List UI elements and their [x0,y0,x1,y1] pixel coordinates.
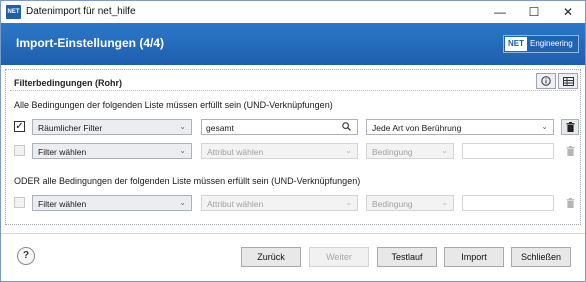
maximize-icon: ☐ [528,5,540,19]
maximize-button[interactable]: ☐ [517,1,551,23]
filter-select[interactable]: Filter wählen ⌄ [32,195,192,211]
chevron-down-icon: ⌄ [441,146,448,155]
chevron-down-icon: ⌄ [441,198,448,207]
delete-row-button[interactable] [561,195,579,211]
condition-select-value: Jede Art von Berührung [372,123,462,133]
help-button[interactable]: ? [17,247,35,265]
group-title: Filterbedingungen (Rohr) [14,78,122,88]
minimize-button[interactable]: — [483,1,517,23]
chevron-down-icon: ⌄ [541,122,548,131]
condition-select[interactable]: Bedingung ⌄ [366,195,454,211]
trash-icon [566,122,574,132]
delete-row-button[interactable] [561,119,579,135]
condition-select[interactable]: Jede Art von Berührung ⌄ [366,119,554,135]
delete-row-button[interactable] [561,143,579,159]
trash-icon [566,198,574,208]
chevron-down-icon: ⌄ [345,146,352,155]
chevron-down-icon: ⌄ [179,122,186,131]
chevron-down-icon: ⌄ [345,198,352,207]
brand-name: Engineering [530,39,573,48]
info-icon [541,76,551,86]
chevron-down-icon: ⌄ [179,198,186,207]
brand-logo: NET Engineering [503,35,579,53]
condition-select-value: Bedingung [372,199,413,209]
value-field[interactable] [462,143,554,159]
chevron-down-icon: ⌄ [179,146,186,155]
close-button[interactable]: Schließen [511,247,571,267]
filter-select-value: Räumlicher Filter [38,123,103,133]
close-window-button[interactable]: ✕ [551,1,585,23]
table-view-button[interactable] [558,73,578,89]
info-button[interactable] [536,73,556,89]
attribute-field[interactable]: gesamt [201,119,358,135]
attribute-select-value: Attribut wählen [207,147,264,157]
question-icon: ? [22,250,30,261]
import-dialog-window: NET Datenimport für net_hilfe — ☐ ✕ Impo… [0,0,586,282]
attribute-select[interactable]: Attribut wählen ⌄ [201,143,358,159]
filter-select-value: Filter wählen [38,147,87,157]
header-band: Import-Einstellungen (4/4) NET Engineeri… [1,23,585,65]
window-title: Datenimport für net_hilfe [26,6,136,17]
value-field[interactable] [462,195,554,211]
title-bar: NET Datenimport für net_hilfe — ☐ ✕ [1,1,585,23]
filter-select-value: Filter wählen [38,199,87,209]
trash-icon [566,146,574,156]
table-icon [562,76,574,86]
brand-logo-mark: NET [505,37,527,51]
row-checkbox[interactable]: ✓ [14,121,25,132]
import-button[interactable]: Import [444,247,504,267]
condition-select-value: Bedingung [372,147,413,157]
filter-select[interactable]: Räumlicher Filter ⌄ [32,119,192,135]
or-section-label: ODER alle Bedingungen der folgenden List… [14,176,361,186]
test-run-button[interactable]: Testlauf [377,247,437,267]
condition-select[interactable]: Bedingung ⌄ [366,143,454,159]
attribute-select-value: Attribut wählen [207,199,264,209]
attribute-select[interactable]: Attribut wählen ⌄ [201,195,358,211]
close-icon: ✕ [562,5,574,19]
row-checkbox[interactable] [14,197,25,208]
and-section-label: Alle Bedingungen der folgenden Liste müs… [14,100,333,110]
attribute-field-value: gesamt [206,123,234,133]
footer-separator [1,233,585,234]
filter-select[interactable]: Filter wählen ⌄ [32,143,192,159]
checkmark-icon: ✓ [15,121,24,132]
next-button[interactable]: Weiter [309,247,369,267]
filter-conditions-group: Filterbedingungen (Rohr) Alle Bedingunge… [5,69,581,225]
search-icon [342,122,351,133]
app-icon: NET [6,5,21,19]
minimize-icon: — [494,5,506,19]
group-separator [10,90,576,91]
row-checkbox[interactable] [14,145,25,156]
back-button[interactable]: Zurück [241,247,301,267]
page-title: Import-Einstellungen (4/4) [16,36,165,50]
